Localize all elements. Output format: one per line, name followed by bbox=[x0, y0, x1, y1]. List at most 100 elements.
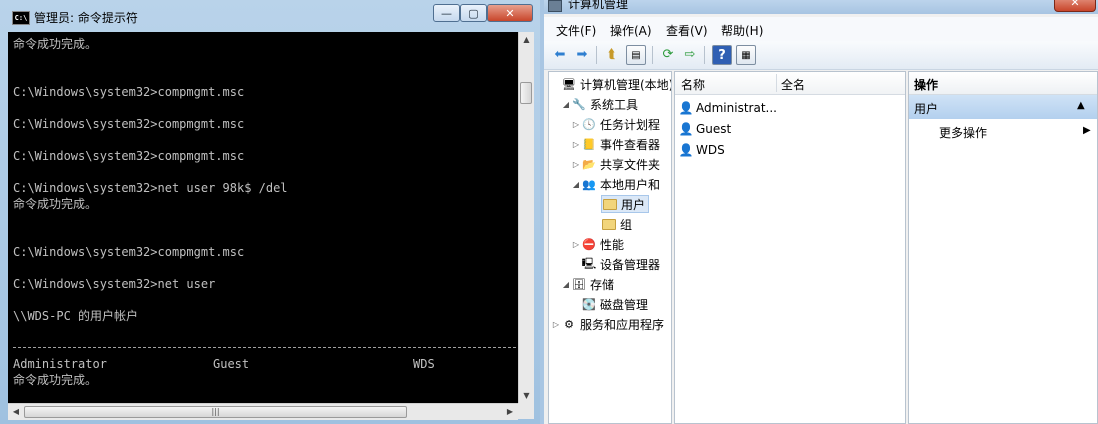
vertical-scrollbar[interactable]: ▲ ▼ bbox=[518, 32, 534, 403]
console-line: C:\Windows\system32>compmgmt.msc bbox=[13, 149, 245, 163]
collapsed-triangle-icon[interactable]: ▷ bbox=[571, 160, 581, 169]
more-actions-item[interactable]: 更多操作 bbox=[939, 124, 987, 141]
resize-grip[interactable] bbox=[518, 403, 534, 419]
tree-item-groups[interactable]: 组 bbox=[601, 215, 632, 233]
collapsed-triangle-icon[interactable]: ▷ bbox=[571, 240, 581, 249]
horizontal-scrollbar[interactable]: ◀ ||| ▶ bbox=[8, 403, 518, 420]
close-button[interactable]: ✕ bbox=[487, 4, 533, 22]
console-line: C:\Windows\system32>compmgmt.msc bbox=[13, 117, 245, 131]
folder-icon bbox=[602, 196, 618, 212]
collapsed-triangle-icon[interactable]: ▷ bbox=[571, 140, 581, 149]
tree-item-system-tools[interactable]: ◢ 🔧 系统工具 bbox=[561, 95, 638, 113]
user-icon: 👤 bbox=[678, 143, 694, 157]
users-group-icon: 👥 bbox=[582, 177, 596, 191]
console-line: C:\Windows\system32>net user bbox=[13, 277, 216, 291]
menu-view[interactable]: 查看(V) bbox=[666, 22, 708, 39]
up-folder-icon[interactable]: ⮬ bbox=[602, 45, 622, 65]
console-line: 命令成功完成。 bbox=[13, 197, 98, 211]
menu-help[interactable]: 帮助(H) bbox=[721, 22, 763, 39]
event-viewer-icon: 📒 bbox=[582, 137, 596, 151]
collapsed-triangle-icon[interactable]: ▷ bbox=[551, 320, 561, 329]
maximize-button[interactable]: ▢ bbox=[460, 4, 487, 22]
tree-item-event-viewer[interactable]: ▷ 📒 事件查看器 bbox=[571, 135, 660, 153]
toolbar: ⬅ ➡ ⮬ ▤ ⟳ ⇨ ? ▦ bbox=[544, 41, 1098, 70]
column-header-fullname[interactable]: 全名 bbox=[781, 76, 805, 93]
mmc-window-title: 计算机管理 bbox=[568, 0, 629, 11]
tree-item-local-users-groups[interactable]: ◢ 👥 本地用户和 bbox=[571, 175, 660, 193]
user-column-wds: WDS bbox=[413, 357, 435, 371]
scroll-left-arrow-icon[interactable]: ◀ bbox=[8, 404, 24, 420]
actions-pane: 操作 用户 ▲ 更多操作 ▶ bbox=[908, 71, 1098, 424]
tree-item-performance[interactable]: ▷ ⛔ 性能 bbox=[571, 235, 624, 253]
toolbar-separator bbox=[596, 46, 597, 64]
help-icon[interactable]: ? bbox=[712, 45, 732, 65]
scroll-down-arrow-icon[interactable]: ▼ bbox=[519, 388, 534, 403]
cmd-window-title: 管理员: 命令提示符 bbox=[34, 11, 138, 25]
users-list[interactable]: 名称 全名 👤 Administrat... 👤 Guest 👤 WDS bbox=[674, 71, 906, 424]
tree-item-storage[interactable]: ◢ 🗄 存储 bbox=[561, 275, 614, 293]
tools-icon: 🔧 bbox=[572, 97, 586, 111]
console-line: C:\Windows\system32>compmgmt.msc bbox=[13, 85, 245, 99]
shared-folder-icon: 📂 bbox=[582, 157, 596, 171]
clock-icon: 🕓 bbox=[582, 117, 596, 131]
menu-file[interactable]: 文件(F) bbox=[556, 22, 596, 39]
console-line: 命令成功完成。 bbox=[13, 373, 98, 387]
collapsed-triangle-icon[interactable]: ▷ bbox=[571, 120, 581, 129]
tree-item-device-manager[interactable]: 🖳 设备管理器 bbox=[581, 255, 660, 273]
toolbar-separator bbox=[652, 46, 653, 64]
device-manager-icon: 🖳 bbox=[581, 256, 597, 270]
toolbar-separator bbox=[704, 46, 705, 64]
menu-action[interactable]: 操作(A) bbox=[610, 22, 652, 39]
mmc-close-button[interactable]: ✕ bbox=[1054, 0, 1096, 12]
console-line: 命令成功完成。 bbox=[13, 37, 98, 51]
console-output[interactable]: 命令成功完成。 C:\Windows\system32>compmgmt.msc… bbox=[8, 32, 518, 403]
collapse-triangle-icon[interactable]: ▲ bbox=[1077, 100, 1085, 111]
actions-header: 操作 bbox=[909, 72, 1097, 95]
folder-icon bbox=[601, 216, 617, 232]
actions-section-users[interactable]: 用户 ▲ bbox=[909, 95, 1097, 119]
list-header: 名称 全名 bbox=[675, 72, 905, 95]
list-item[interactable]: 👤 Administrat... bbox=[678, 98, 777, 118]
computer-management-window: 计算机管理 ✕ 文件(F) 操作(A) 查看(V) 帮助(H) ⬅ ➡ ⮬ ▤ … bbox=[540, 0, 1098, 424]
user-column-guest: Guest bbox=[213, 357, 250, 371]
list-item[interactable]: 👤 Guest bbox=[678, 119, 732, 139]
expanded-triangle-icon[interactable]: ◢ bbox=[561, 280, 571, 289]
forward-arrow-icon[interactable]: ➡ bbox=[572, 45, 592, 65]
console-divider bbox=[13, 347, 516, 348]
console-line: \\WDS-PC 的用户帐户 bbox=[13, 309, 139, 323]
column-separator[interactable] bbox=[776, 74, 777, 92]
navigation-tree[interactable]: 🖥 计算机管理(本地) ◢ 🔧 系统工具 ▷ 🕓 任务计划程 ▷ 📒 事件查看器… bbox=[548, 71, 672, 424]
expanded-triangle-icon[interactable]: ◢ bbox=[571, 180, 581, 189]
console-line: C:\Windows\system32>compmgmt.msc bbox=[13, 245, 245, 259]
cmd-window: C:\ 管理员: 命令提示符 — ▢ ✕ 命令成功完成。 C:\Windows\… bbox=[0, 0, 540, 424]
column-header-name[interactable]: 名称 bbox=[681, 76, 705, 93]
vertical-scroll-thumb[interactable] bbox=[520, 82, 532, 104]
tree-item-task-scheduler[interactable]: ▷ 🕓 任务计划程 bbox=[571, 115, 660, 133]
expanded-triangle-icon[interactable]: ◢ bbox=[561, 100, 571, 109]
refresh-icon[interactable]: ⟳ bbox=[658, 45, 678, 65]
back-arrow-icon[interactable]: ⬅ bbox=[550, 45, 570, 65]
tree-item-users[interactable]: 用户 bbox=[601, 195, 650, 213]
scroll-up-arrow-icon[interactable]: ▲ bbox=[519, 32, 534, 47]
computer-management-icon: 🖥 bbox=[562, 77, 576, 91]
user-column-administrator: Administrator bbox=[13, 357, 107, 371]
submenu-arrow-icon[interactable]: ▶ bbox=[1083, 125, 1091, 136]
tree-item-services-applications[interactable]: ▷ ⚙ 服务和应用程序 bbox=[551, 315, 664, 333]
tree-item-computer-management[interactable]: 🖥 计算机管理(本地) bbox=[551, 75, 671, 93]
minimize-button[interactable]: — bbox=[433, 4, 460, 22]
tree-item-shared-folders[interactable]: ▷ 📂 共享文件夹 bbox=[571, 155, 660, 173]
cmd-app-icon: C:\ bbox=[12, 11, 30, 25]
list-item[interactable]: 👤 WDS bbox=[678, 140, 725, 160]
tree-item-disk-management[interactable]: 💽 磁盘管理 bbox=[581, 295, 648, 313]
performance-icon: ⛔ bbox=[582, 237, 596, 251]
cmd-title-bar[interactable]: C:\ 管理员: 命令提示符 — ▢ ✕ bbox=[0, 0, 540, 32]
show-action-pane-icon[interactable]: ▦ bbox=[736, 45, 756, 65]
scroll-right-arrow-icon[interactable]: ▶ bbox=[502, 404, 518, 420]
horizontal-scroll-thumb[interactable]: ||| bbox=[24, 406, 407, 418]
show-hide-tree-icon[interactable]: ▤ bbox=[626, 45, 646, 65]
services-icon: ⚙ bbox=[564, 317, 574, 331]
mmc-title-bar[interactable]: 计算机管理 ✕ bbox=[544, 0, 1098, 14]
menu-bar: 文件(F) 操作(A) 查看(V) 帮助(H) bbox=[544, 17, 1098, 41]
export-list-icon[interactable]: ⇨ bbox=[680, 45, 700, 65]
user-icon: 👤 bbox=[678, 101, 694, 115]
